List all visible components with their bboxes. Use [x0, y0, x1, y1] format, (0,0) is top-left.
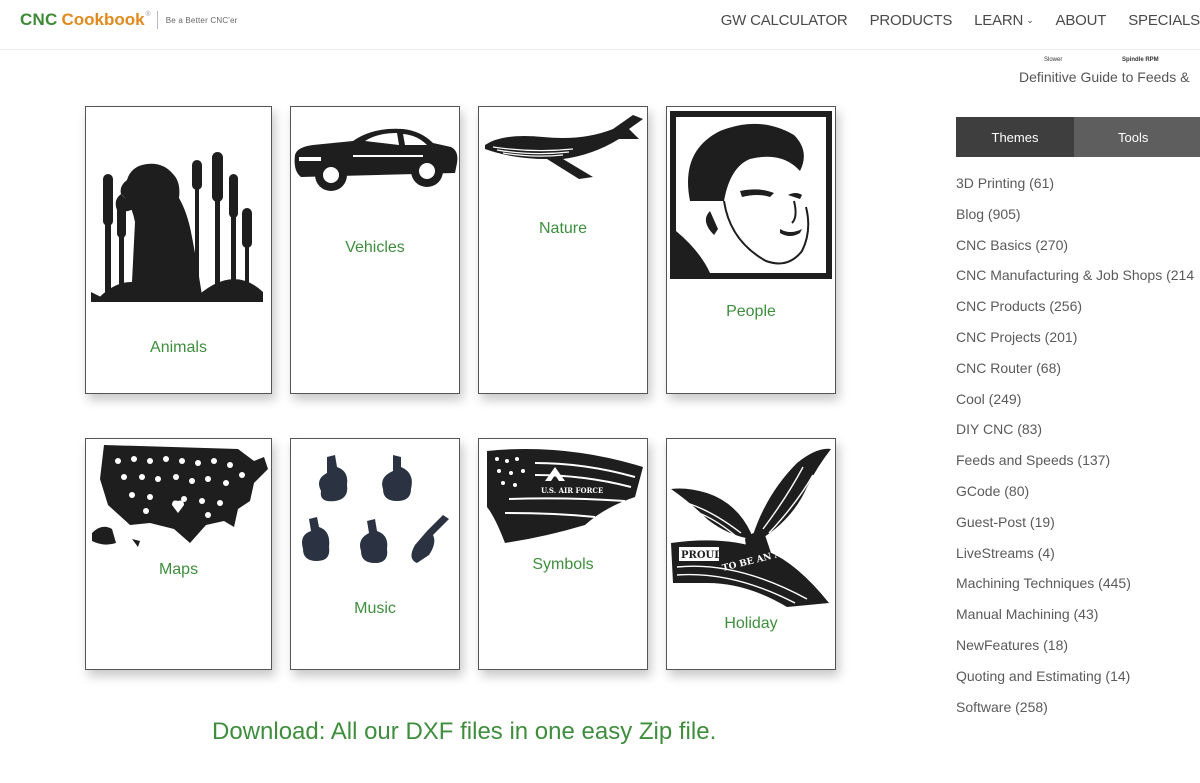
- card-label: Maps: [158, 561, 199, 578]
- category-item[interactable]: CNC Projects (201): [956, 326, 1194, 357]
- card-label: Vehicles: [345, 239, 405, 256]
- guitars-icon: [302, 455, 449, 563]
- nav-learn-label: LEARN: [974, 12, 1024, 29]
- card-symbols[interactable]: U.S. AIR FORCE Symbols: [478, 438, 648, 670]
- category-item[interactable]: Quoting and Estimating (14): [956, 665, 1194, 696]
- category-item[interactable]: Blog (905): [956, 203, 1194, 234]
- category-item[interactable]: CNC Router (68): [956, 357, 1194, 388]
- banner-text-left: PROUD: [681, 550, 723, 561]
- category-item[interactable]: CNC Manufacturing & Job Shops (214: [956, 264, 1194, 295]
- card-label: Music: [354, 600, 396, 617]
- nav-specials[interactable]: SPECIALS: [1128, 12, 1200, 29]
- main-nav: GW CALCULATOR PRODUCTS LEARN ⌄ ABOUT SPEC…: [699, 12, 1200, 29]
- category-item[interactable]: CNC Products (256): [956, 295, 1194, 326]
- tab-tools[interactable]: Tools: [1074, 117, 1200, 157]
- card-maps[interactable]: Maps: [85, 438, 272, 670]
- card-label: Holiday: [724, 615, 778, 632]
- air-force-flag-icon: U.S. AIR FORCE: [487, 449, 643, 543]
- sidebar-tabs: Themes Tools: [956, 117, 1200, 157]
- category-item[interactable]: GCode (80): [956, 480, 1194, 511]
- card-animals[interactable]: Animals: [85, 106, 272, 394]
- category-item[interactable]: LiveStreams (4): [956, 542, 1194, 573]
- chevron-down-icon: ⌄: [1026, 15, 1034, 25]
- category-item[interactable]: Software (258): [956, 696, 1194, 727]
- nav-learn[interactable]: LEARN ⌄: [974, 12, 1034, 29]
- category-item[interactable]: 3D Printing (61): [956, 172, 1194, 203]
- guide-link-feeds[interactable]: Definitive Guide to Feeds &: [1019, 69, 1189, 85]
- card-music[interactable]: Music: [290, 438, 460, 670]
- flag-text: U.S. AIR FORCE: [541, 486, 603, 495]
- card-holiday[interactable]: PROUD TO BE AN AMERICAN Holiday: [666, 438, 836, 670]
- usa-map-icon: [92, 445, 268, 547]
- nav-about[interactable]: ABOUT: [1056, 12, 1107, 29]
- nav-gw-calculator[interactable]: GW CALCULATOR: [721, 12, 848, 29]
- tab-themes[interactable]: Themes: [956, 117, 1074, 157]
- muscle-car-icon: [294, 128, 458, 191]
- chart-label-slower: Slower: [1044, 57, 1063, 63]
- card-label: Nature: [538, 220, 588, 237]
- site-header: CNC Cookbook ® Be a Better CNC'er GW CAL…: [0, 0, 1200, 50]
- logo-tagline: Be a Better CNC'er: [165, 15, 238, 25]
- card-nature[interactable]: Nature: [478, 106, 648, 394]
- card-label: Animals: [150, 339, 207, 356]
- card-label: People: [726, 303, 776, 320]
- category-item[interactable]: Machining Techniques (445): [956, 572, 1194, 603]
- card-label: Symbols: [532, 556, 594, 573]
- download-dxf-link[interactable]: Download: All our DXF files in one easy …: [212, 718, 716, 746]
- category-list: 3D Printing (61) Blog (905) CNC Basics (…: [956, 172, 1194, 726]
- site-logo[interactable]: CNC Cookbook ® Be a Better CNC'er: [20, 10, 238, 30]
- logo-divider: [156, 11, 158, 29]
- category-item[interactable]: DIY CNC (83): [956, 418, 1194, 449]
- card-people[interactable]: People: [666, 106, 836, 394]
- category-item[interactable]: NewFeatures (18): [956, 634, 1194, 665]
- category-item[interactable]: CNC Basics (270): [956, 234, 1194, 265]
- portrait-icon: [670, 111, 832, 279]
- logo-cnc-text: CNC: [20, 10, 58, 29]
- dog-cattails-icon: [91, 152, 263, 302]
- category-item[interactable]: Manual Machining (43): [956, 603, 1194, 634]
- nav-products[interactable]: PRODUCTS: [870, 12, 953, 29]
- whale-icon: [485, 115, 643, 179]
- category-item[interactable]: Cool (249): [956, 388, 1194, 419]
- logo-cookbook-text: Cookbook: [61, 10, 145, 29]
- category-item[interactable]: Guest-Post (19): [956, 511, 1194, 542]
- logo-registered-mark: ®: [145, 10, 151, 18]
- card-vehicles[interactable]: Vehicles: [290, 106, 460, 394]
- eagle-flag-icon: PROUD TO BE AN AMERICAN: [671, 448, 832, 607]
- category-item[interactable]: Feeds and Speeds (137): [956, 449, 1194, 480]
- chart-label-spindle-rpm: Spindle RPM: [1122, 57, 1159, 63]
